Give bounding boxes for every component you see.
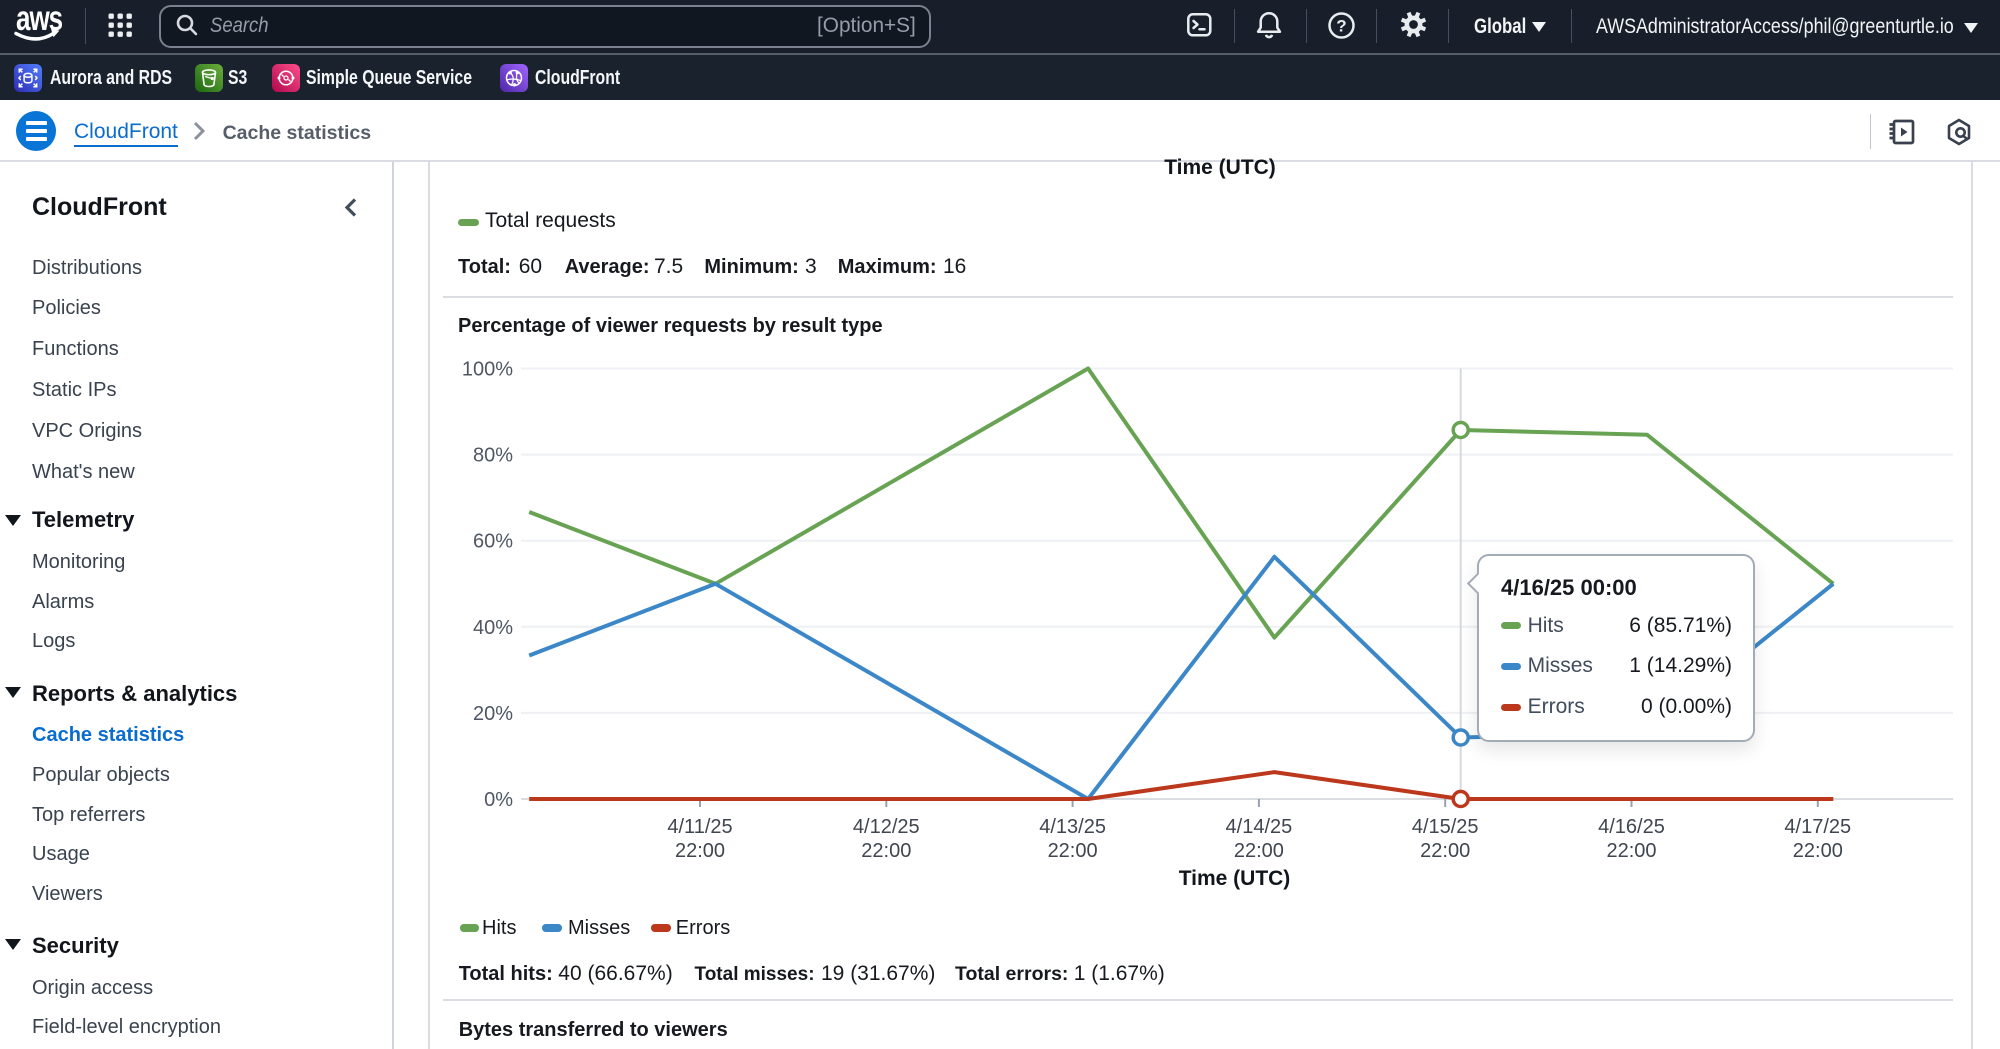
svg-text:0%: 0% [484, 789, 513, 811]
svg-text:22:00: 22:00 [1048, 840, 1098, 862]
svg-text:20%: 20% [473, 703, 513, 725]
svg-text:22:00: 22:00 [1606, 840, 1656, 862]
svg-text:4/12/25: 4/12/25 [853, 816, 920, 838]
svg-text:22:00: 22:00 [1234, 840, 1284, 862]
svg-text:60%: 60% [473, 531, 513, 553]
svg-text:22:00: 22:00 [861, 840, 911, 862]
svg-text:22:00: 22:00 [1793, 840, 1843, 862]
svg-text:4/15/25: 4/15/25 [1412, 816, 1479, 838]
svg-text:Time (UTC): Time (UTC) [1179, 867, 1291, 890]
svg-text:?: ? [1336, 17, 1346, 36]
svg-text:4/17/25: 4/17/25 [1784, 816, 1851, 838]
svg-text:22:00: 22:00 [1420, 840, 1470, 862]
svg-text:4/11/25: 4/11/25 [667, 816, 732, 838]
svg-text:40%: 40% [473, 617, 513, 639]
svg-text:4/13/25: 4/13/25 [1039, 816, 1106, 838]
svg-text:4/16/25: 4/16/25 [1598, 816, 1665, 838]
svg-text:80%: 80% [473, 445, 513, 467]
svg-text:4/14/25: 4/14/25 [1226, 816, 1293, 838]
svg-text:22:00: 22:00 [675, 840, 725, 862]
svg-text:100%: 100% [462, 359, 513, 381]
